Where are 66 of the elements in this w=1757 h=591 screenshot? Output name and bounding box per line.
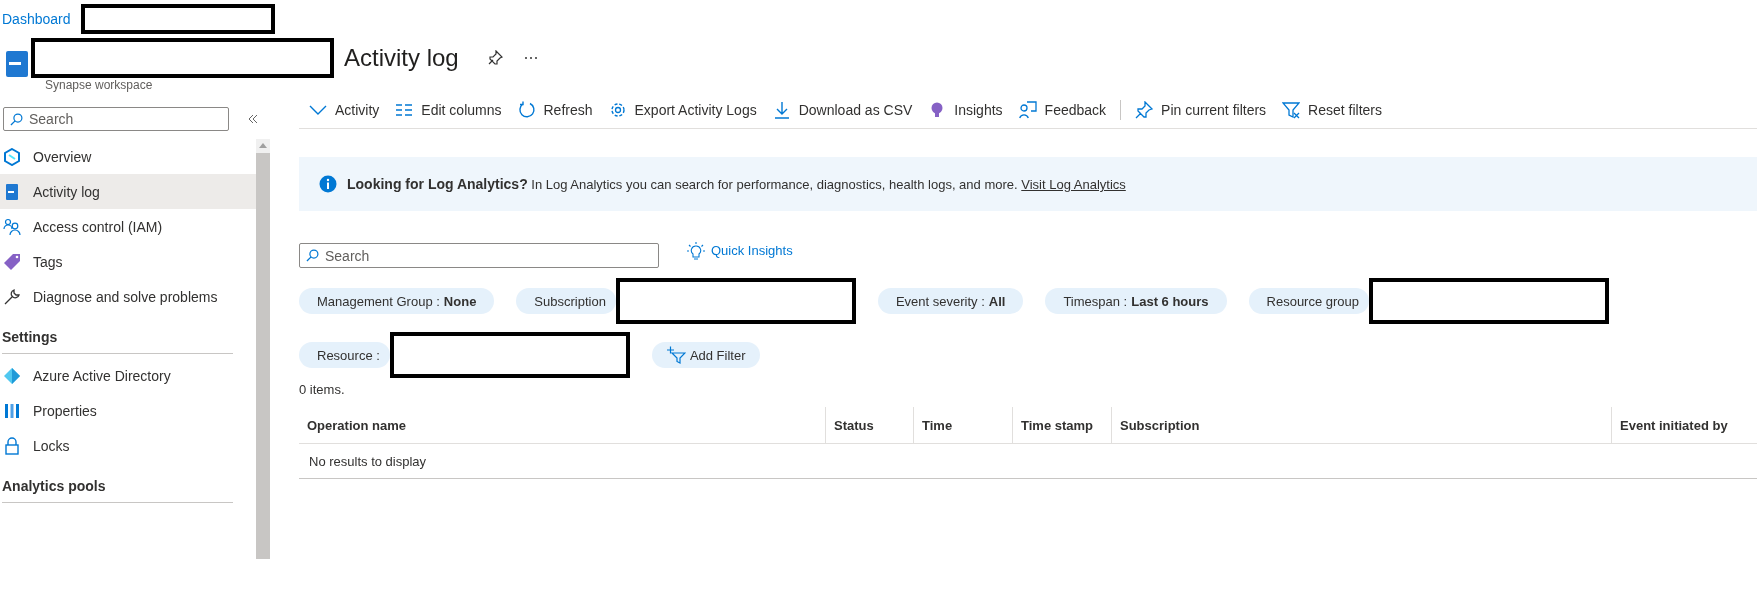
sidebar-item[interactable]: Overview xyxy=(0,139,256,174)
lightbulb-icon xyxy=(687,241,705,260)
lock-icon xyxy=(3,436,21,455)
filter-chip[interactable]: Resource : xyxy=(299,342,390,368)
wrench-icon xyxy=(3,287,21,306)
toolbar-button[interactable]: Insights xyxy=(920,94,1011,126)
sidebar-item[interactable]: Access control (IAM) xyxy=(0,209,256,244)
book-icon xyxy=(5,50,29,78)
collapse-icon[interactable] xyxy=(247,113,259,125)
column-header[interactable]: Event initiated by xyxy=(1611,407,1757,443)
column-header[interactable]: Time stamp xyxy=(1012,407,1111,443)
breadcrumb-link[interactable]: Dashboard xyxy=(2,11,71,27)
toolbar-button[interactable]: Edit columns xyxy=(387,94,510,126)
pin-icon xyxy=(1135,101,1154,119)
add-filter-button[interactable]: Add Filter xyxy=(651,342,760,368)
toolbar-button[interactable]: Activity xyxy=(301,94,388,126)
sidebar-item[interactable]: Properties xyxy=(0,393,256,428)
section-heading: Settings xyxy=(2,314,233,354)
info-icon xyxy=(319,175,337,193)
item-count: 0 items. xyxy=(299,382,346,397)
column-header[interactable]: Operation name xyxy=(299,407,825,443)
bars-icon xyxy=(3,401,21,420)
add-filter-icon xyxy=(665,346,686,364)
banner-message: Looking for Log Analytics? In Log Analytics you can search for performance, diagnostics, health logs, and more. Visit Log Analytics xyxy=(347,176,1126,192)
page-title: Activity log xyxy=(344,44,459,72)
empty-message: No results to display xyxy=(308,452,428,471)
search-field[interactable]: Search xyxy=(3,107,229,131)
filter-chip[interactable]: Management Group : None xyxy=(299,288,495,314)
search-field[interactable]: Search xyxy=(299,243,659,268)
people-icon xyxy=(3,217,21,236)
toolbar-button[interactable]: Reset filters xyxy=(1274,94,1391,126)
filter-icon xyxy=(1282,101,1301,119)
search-icon xyxy=(10,113,23,126)
feedback-icon xyxy=(1018,101,1037,119)
filter-chip[interactable]: Resource group xyxy=(1248,288,1370,314)
sidebar-item[interactable]: Activity log xyxy=(0,174,256,209)
visit-log-analytics-link[interactable]: Visit Log Analytics xyxy=(1021,177,1126,192)
sidebar-item[interactable]: Tags xyxy=(0,244,256,279)
column-header[interactable]: Time xyxy=(913,407,1012,443)
quick-insights-link[interactable]: Quick Insights xyxy=(687,241,793,260)
pin-icon[interactable] xyxy=(486,50,503,66)
sidebar-item[interactable]: Locks xyxy=(0,428,256,463)
columns-icon xyxy=(395,101,414,119)
toolbar-button[interactable]: Download as CSV xyxy=(764,94,921,126)
filter-chip[interactable]: Event severity : All xyxy=(877,288,1024,314)
resource-type: Synapse workspace xyxy=(45,78,154,92)
sidebar-item[interactable]: Diagnose and solve problems xyxy=(0,279,256,314)
search-icon xyxy=(306,249,319,262)
section-heading: Analytics pools xyxy=(2,463,233,503)
toolbar-button[interactable]: Refresh xyxy=(509,94,601,126)
book-icon xyxy=(3,182,21,201)
column-header[interactable]: Subscription xyxy=(1111,407,1611,443)
toolbar-button[interactable]: Feedback xyxy=(1010,94,1115,126)
filter-chip[interactable]: Timespan : Last 6 hours xyxy=(1045,288,1227,314)
download-icon xyxy=(772,101,791,119)
toolbar-button[interactable]: Pin current filters xyxy=(1127,94,1275,126)
tag-icon xyxy=(3,252,21,271)
settings-icon xyxy=(608,101,627,119)
pyramid-icon xyxy=(3,366,21,385)
hexagon-icon xyxy=(3,147,21,166)
filter-chip[interactable]: Subscription xyxy=(516,288,616,314)
toolbar-button[interactable]: Export Activity Logs xyxy=(600,94,765,126)
column-header[interactable]: Status xyxy=(825,407,913,443)
sidebar-item[interactable]: Azure Active Directory xyxy=(0,358,256,393)
refresh-icon xyxy=(517,101,536,119)
scrollbar[interactable] xyxy=(256,139,270,559)
